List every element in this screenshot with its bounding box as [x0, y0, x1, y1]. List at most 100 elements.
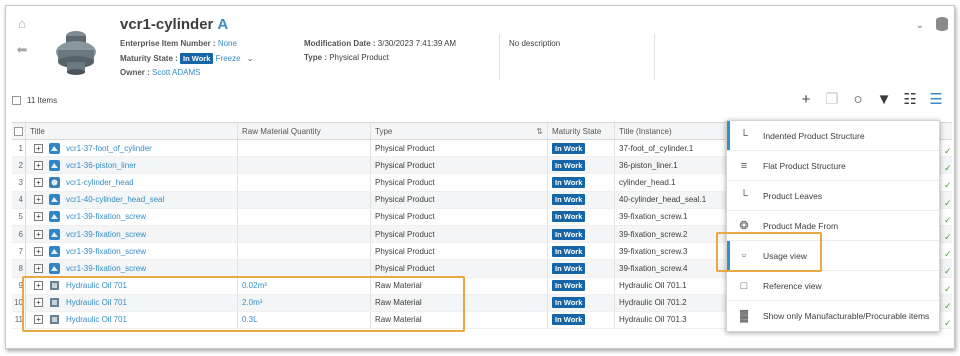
cell-raw-quantity: [238, 208, 371, 225]
row-title-link[interactable]: vcr1-36-piston_liner: [66, 161, 136, 170]
menu-item[interactable]: ≡ Flat Product Structure: [727, 151, 939, 181]
expand-icon[interactable]: +: [34, 195, 43, 205]
status-check-icon: ✓: [944, 214, 952, 225]
cell-maturity-state: In Work: [548, 294, 615, 311]
cell-title-instance: Hydraulic Oil 701.1: [619, 281, 687, 291]
chevron-down-icon[interactable]: ⌄: [247, 54, 254, 63]
physical-product-icon: [49, 262, 60, 274]
mod-value: 3/30/2023 7:41:39 AM: [377, 39, 457, 48]
sort-icon[interactable]: ⇅: [536, 127, 543, 136]
leaves-icon: └: [740, 189, 748, 202]
manufacturable-icon: ▓: [739, 310, 749, 322]
row-number: 5: [12, 208, 26, 225]
expand-icon[interactable]: +: [34, 229, 43, 239]
row-title-link[interactable]: vcr1-37-foot_of_cylinder: [66, 144, 152, 153]
menu-item-label: Flat Product Structure: [763, 160, 846, 171]
physical-product-icon: [49, 142, 60, 154]
header-nav: ⌂ ⬅: [14, 16, 30, 68]
page-title: vcr1-cylinder A: [120, 16, 228, 33]
description: No description: [509, 39, 561, 48]
filter-icon[interactable]: ▼: [876, 92, 892, 108]
status-check-icon: ✓: [944, 163, 952, 174]
type-value: Physical Product: [329, 53, 389, 62]
row-title-link[interactable]: vcr1-39-fixation_screw: [66, 264, 146, 273]
enterprise-value[interactable]: None: [218, 39, 237, 48]
maturity-badge: In Work: [552, 176, 586, 188]
menu-item-label: Show only Manufacturable/Procurable item…: [763, 311, 930, 321]
highlight-usage-view: [716, 232, 822, 272]
cell-title: + vcr1-36-piston_liner: [26, 157, 238, 174]
mod-label: Modification Date :: [304, 39, 376, 48]
column-header-raw-material-quantity[interactable]: Raw Material Quantity: [238, 123, 371, 139]
revision-label: A: [217, 16, 229, 33]
row-title-link[interactable]: vcr1-39-fixation_screw: [66, 212, 146, 221]
expand-icon[interactable]: +: [34, 212, 43, 222]
menu-item[interactable]: ▓ Show only Manufacturable/Procurable ite…: [727, 301, 939, 331]
row-title-link[interactable]: vcr1-39-fixation_screw: [66, 230, 146, 239]
back-arrow-icon[interactable]: ⬅: [14, 42, 30, 68]
status-check-icon: ✓: [944, 232, 952, 242]
select-all-checkbox[interactable]: [12, 96, 21, 105]
cell-title-instance: 40-cylinder_head_seal.1: [619, 195, 707, 205]
cell-maturity-state: In Work: [548, 225, 615, 243]
row-number: 1: [12, 140, 26, 157]
owner-label: Owner :: [120, 68, 150, 77]
owner-value[interactable]: Scott ADAMS: [152, 68, 200, 77]
maturity-badge: In Work: [552, 194, 586, 206]
row-title-link[interactable]: vcr1-39-fixation_screw: [66, 247, 146, 256]
physical-product-icon: [49, 211, 60, 223]
modification-date: Modification Date : 3/30/2023 7:41:39 AM: [304, 39, 456, 48]
paste-icon[interactable]: ❐: [824, 92, 840, 108]
column-header-type[interactable]: Type ⇅: [371, 123, 548, 139]
menu-item[interactable]: └ Indented Product Structure: [727, 121, 939, 151]
row-title-link[interactable]: vcr1-cylinder_head: [66, 178, 134, 187]
indented-structure-icon: └: [740, 129, 748, 142]
column-header-maturity-state[interactable]: Maturity State: [548, 123, 615, 139]
structure-view-menu: └ Indented Product Structure ≡ Flat Product…: [726, 120, 940, 332]
status-check-icon: ✓: [944, 300, 952, 311]
cell-raw-quantity: [238, 174, 371, 191]
expand-icon[interactable]: +: [34, 143, 43, 153]
product-thumbnail: [56, 31, 96, 75]
header-checkbox[interactable]: [14, 126, 23, 136]
type-label: Type :: [304, 53, 327, 62]
expand-icon[interactable]: +: [34, 246, 43, 256]
cell-title-instance: 39-fixation_screw.1: [619, 212, 688, 222]
expand-icon[interactable]: +: [34, 160, 43, 170]
cell-title-instance: cylinder_head.1: [619, 177, 676, 187]
cell-title: + vcr1-40-cylinder_head_seal: [26, 191, 238, 208]
cell-maturity-state: In Work: [548, 157, 615, 174]
menu-item[interactable]: └ Product Leaves: [727, 181, 939, 211]
database-icon[interactable]: [936, 17, 948, 31]
menu-item[interactable]: □ Reference view: [727, 271, 939, 301]
highlight-raw-material-rows: [22, 276, 465, 332]
status-check-icon: ✓: [944, 197, 952, 208]
maturity-badge: In Work: [552, 297, 586, 309]
maturity-badge: In Work: [552, 314, 586, 326]
cell-title: + vcr1-39-fixation_screw: [26, 225, 238, 243]
cell-title-instance: Hydraulic Oil 701.2: [619, 298, 687, 308]
column-header-title-instance[interactable]: Title (Instance): [615, 123, 715, 139]
cell-raw-quantity: [238, 243, 371, 260]
row-title-link[interactable]: vcr1-40-cylinder_head_seal: [66, 195, 164, 204]
cell-raw-quantity: [238, 191, 371, 208]
column-header-title[interactable]: Title: [26, 123, 238, 139]
cell-maturity-state: In Work: [548, 191, 615, 208]
collapse-chevron-icon[interactable]: ⌄: [916, 20, 924, 31]
cell-maturity-state: In Work: [548, 174, 615, 191]
cell-maturity-state: In Work: [548, 260, 615, 277]
hierarchy-icon[interactable]: ☷: [902, 92, 918, 108]
freeze-link[interactable]: Freeze: [216, 54, 241, 63]
items-header: 11 Items: [12, 96, 57, 105]
expand-icon[interactable]: +: [34, 263, 43, 273]
product-title: vcr1-cylinder: [120, 16, 214, 33]
structure-view-icon[interactable]: ☰: [928, 92, 944, 108]
home-icon[interactable]: ⌂: [14, 16, 30, 42]
cell-maturity-state: In Work: [548, 277, 615, 294]
cell-type: Physical Product: [371, 243, 548, 260]
expand-icon[interactable]: +: [34, 177, 43, 187]
maturity-badge: In Work: [552, 211, 586, 223]
add-icon[interactable]: +: [798, 92, 814, 108]
cell-title-instance: Hydraulic Oil 701.3: [619, 315, 687, 325]
binoculars-icon[interactable]: ○: [850, 92, 866, 108]
